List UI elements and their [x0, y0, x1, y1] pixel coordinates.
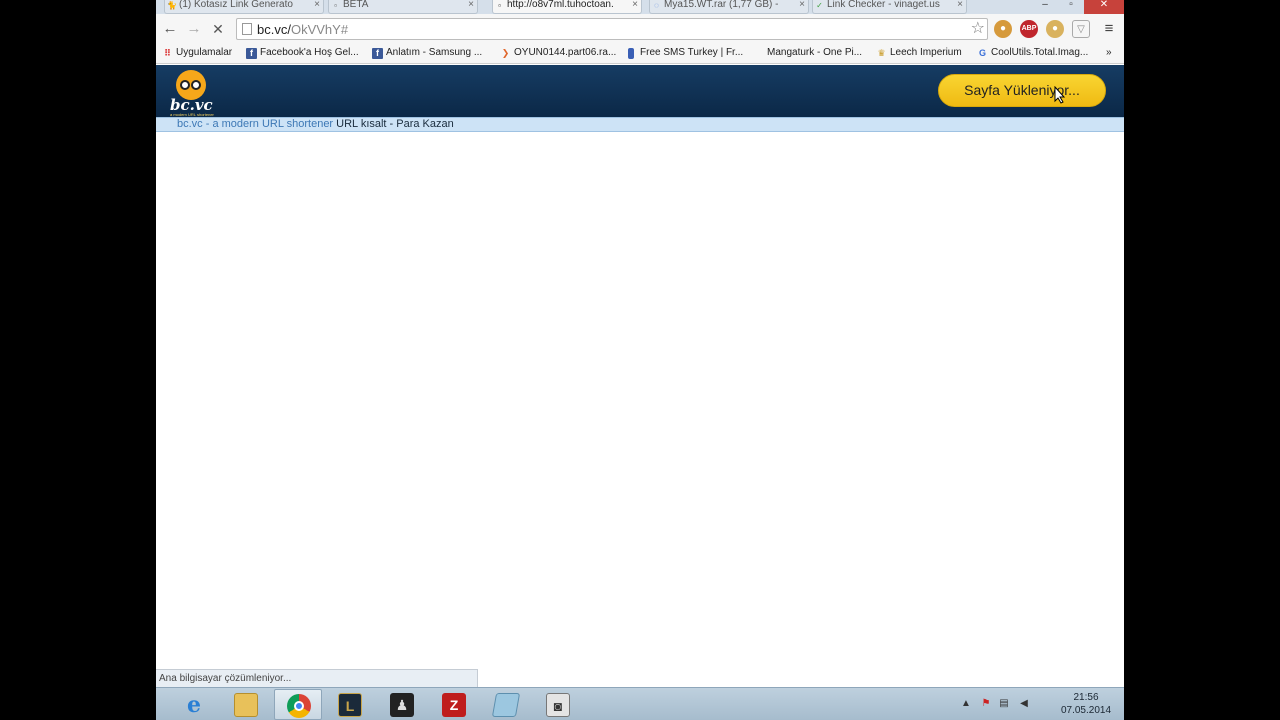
- download-icon: ❯: [501, 48, 510, 58]
- browser-toolbar: ← → ✕ bc.vc/OkVVhY# ☆ ● ABP ● ▽ ≡: [156, 14, 1124, 42]
- cookie-extension-icon-2[interactable]: ●: [1046, 20, 1064, 38]
- menu-icon[interactable]: ≡: [1100, 20, 1118, 38]
- taskbar-chrome[interactable]: [274, 689, 322, 720]
- github-icon: 🐈: [167, 1, 177, 10]
- chrome-icon: [287, 694, 311, 718]
- tab-close-icon[interactable]: ×: [799, 0, 805, 10]
- tab-link-checker[interactable]: ✓ Link Checker - vinaget.us ×: [812, 0, 967, 14]
- tab-mya15-rar[interactable]: ◌ Mya15.WT.rar (1,77 GB) - ×: [649, 0, 809, 14]
- bookmark-samsung[interactable]: f Anlatım - Samsung ...: [372, 45, 482, 61]
- action-center-icon[interactable]: ⚑: [980, 698, 992, 710]
- phone-icon: [628, 48, 634, 59]
- system-tray: ▲ ⚑ ▤ ◀ 21:56 07.05.2014: [954, 688, 1124, 720]
- network-icon[interactable]: ▤: [998, 698, 1010, 710]
- camera-icon: ◙: [546, 693, 570, 717]
- forward-arrow-icon[interactable]: →: [184, 19, 204, 39]
- tab-strip: 🐈 (1) Kotasız Link Generato × ▫ BETA × ▫…: [156, 0, 1124, 14]
- bookmark-facebook[interactable]: f Facebook'a Hoş Gel...: [246, 45, 359, 61]
- document-icon: ▫: [498, 1, 501, 10]
- shield-extension-icon[interactable]: ▽: [1072, 20, 1090, 38]
- taskbar-filezilla[interactable]: Z: [430, 689, 478, 720]
- bookmark-coolutils[interactable]: G CoolUtils.Total.Imag...: [977, 45, 1088, 61]
- filezilla-icon: Z: [442, 693, 466, 717]
- document-icon: ▫: [334, 1, 337, 10]
- windows-taskbar: e L ♟ Z ◙ ▲ ⚑ ▤ ◀ 21:56 07.05.2014: [156, 687, 1124, 720]
- tab-close-icon[interactable]: ×: [314, 0, 320, 10]
- page-icon: [242, 23, 252, 35]
- maximize-icon[interactable]: ▫: [1058, 0, 1084, 14]
- tab-close-icon[interactable]: ×: [632, 0, 638, 10]
- status-bubble: Ana bilgisayar çözümleniyor...: [156, 669, 478, 687]
- address-bar[interactable]: bc.vc/OkVVhY# ☆: [236, 18, 988, 40]
- bookmark-apps[interactable]: ⠿ Uygulamalar: [162, 45, 232, 61]
- google-icon: G: [978, 48, 986, 58]
- tab-kotasiz-link[interactable]: 🐈 (1) Kotasız Link Generato ×: [164, 0, 324, 14]
- taskbar-game[interactable]: ♟: [378, 689, 426, 720]
- apps-icon: ⠿: [163, 48, 172, 58]
- adblock-plus-icon[interactable]: ABP: [1020, 20, 1038, 38]
- site-tagline-text: URL kısalt - Para Kazan: [333, 118, 454, 130]
- crown-icon: ♛: [877, 48, 886, 58]
- stop-loading-icon[interactable]: ✕: [208, 19, 228, 39]
- taskbar-clock[interactable]: 21:56 07.05.2014: [1056, 691, 1116, 717]
- file-explorer-icon: [234, 693, 258, 717]
- tab-beta[interactable]: ▫ BETA ×: [328, 0, 478, 14]
- volume-icon[interactable]: ◀: [1018, 698, 1030, 710]
- minimize-icon[interactable]: –: [1032, 0, 1058, 14]
- tab-close-icon[interactable]: ×: [468, 0, 474, 10]
- back-arrow-icon[interactable]: ←: [160, 19, 180, 39]
- game-icon: ♟: [390, 693, 414, 717]
- browser-window: 🐈 (1) Kotasız Link Generato × ▫ BETA × ▫…: [156, 0, 1124, 720]
- bookmarks-bar: ⠿ Uygulamalar f Facebook'a Hoş Gel... f …: [156, 42, 1124, 64]
- league-of-legends-icon: L: [338, 693, 362, 717]
- window-controls: – ▫ ✕: [1032, 0, 1124, 14]
- close-window-icon[interactable]: ✕: [1084, 0, 1124, 14]
- bookmark-oyun[interactable]: ❯ OYUN0144.part06.ra...: [500, 45, 617, 61]
- taskbar-notepad[interactable]: [482, 689, 530, 720]
- bcvc-logo[interactable]: bc.vc a modern URL shortener: [168, 68, 224, 117]
- address-url: bc.vc/OkVVhY#: [257, 22, 349, 37]
- taskbar-league-of-legends[interactable]: L: [326, 689, 374, 720]
- bookmarks-overflow-icon[interactable]: »: [1106, 45, 1112, 61]
- check-icon: ✓: [816, 1, 823, 10]
- facebook-icon: f: [372, 48, 383, 59]
- bookmark-leech-imperium[interactable]: ♛ Leech Imperium: [876, 45, 961, 61]
- notepad-icon: [491, 693, 521, 717]
- tab-close-icon[interactable]: ×: [957, 0, 963, 10]
- loading-icon: ◌: [654, 1, 659, 10]
- site-subheader: bc.vc - a modern URL shortener URL kısal…: [156, 117, 1124, 132]
- bookmark-star-icon[interactable]: ☆: [971, 19, 985, 39]
- facebook-icon: f: [246, 48, 257, 59]
- bookmark-mangaturk[interactable]: Mangaturk - One Pi...: [767, 45, 862, 61]
- internet-explorer-icon: e: [187, 692, 201, 718]
- taskbar-file-explorer[interactable]: [222, 689, 270, 720]
- page-loading-button[interactable]: Sayfa Yükleniyor...: [938, 74, 1106, 107]
- bookmark-free-sms[interactable]: Free SMS Turkey | Fr...: [626, 45, 743, 61]
- taskbar-camera[interactable]: ◙: [534, 689, 582, 720]
- web-page: bc.vc a modern URL shortener Sayfa Yükle…: [156, 65, 1124, 687]
- tab-active-page[interactable]: ▫ http://o8v7ml.tuhoctoan. ×: [492, 0, 642, 14]
- cookie-extension-icon[interactable]: ●: [994, 20, 1012, 38]
- taskbar-internet-explorer[interactable]: e: [170, 689, 218, 720]
- show-hidden-icons-icon[interactable]: ▲: [960, 698, 972, 710]
- site-header: bc.vc a modern URL shortener Sayfa Yükle…: [156, 65, 1124, 117]
- site-tagline-link[interactable]: bc.vc - a modern URL shortener: [177, 118, 333, 130]
